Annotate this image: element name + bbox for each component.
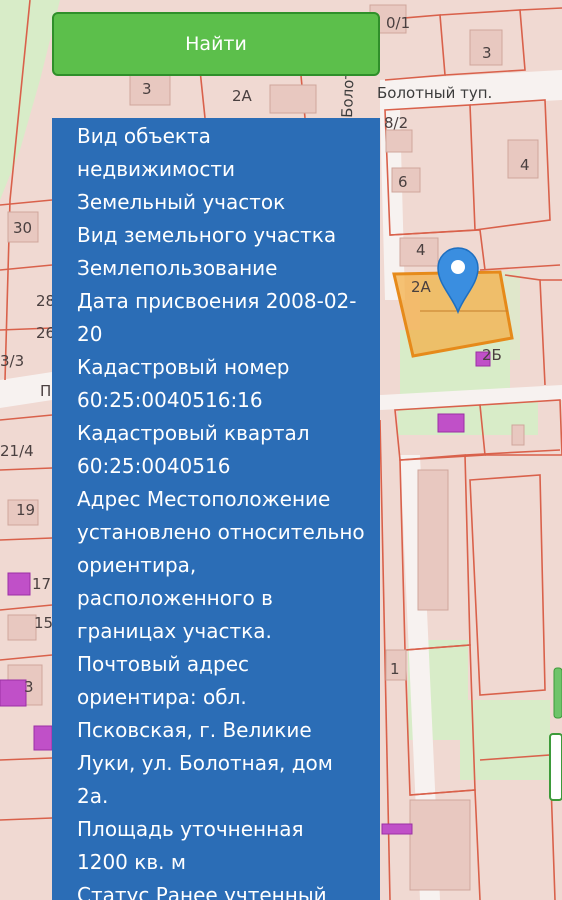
info-area: Площадь уточненная 1200 кв. м xyxy=(77,813,366,879)
info-label: Вид объекта недвижимости xyxy=(77,124,235,181)
info-value: Землепользование xyxy=(77,256,278,280)
info-label: Кадастровый квартал xyxy=(77,421,310,445)
info-object-kind: Вид объекта недвижимости Земельный участ… xyxy=(77,120,366,219)
street-label: Болотный туп. xyxy=(377,84,492,102)
house-label: 3 xyxy=(24,678,34,696)
house-label: П xyxy=(40,382,51,400)
house-label: 2Б xyxy=(482,346,502,364)
info-cadastral-block: Кадастровый квартал 60:25:0040516 xyxy=(77,417,366,483)
house-label: 1 xyxy=(390,660,400,678)
info-label: Площадь уточненная xyxy=(77,817,304,841)
info-label: Вид земельного участка xyxy=(77,223,337,247)
house-label: 4 xyxy=(416,241,426,259)
object-info-panel: Вид объекта недвижимости Земельный участ… xyxy=(52,118,380,900)
info-address: Адрес Местоположение установлено относит… xyxy=(77,483,366,813)
house-label: 2А xyxy=(411,278,432,296)
info-value: 60:25:0040516:16 xyxy=(77,388,263,412)
info-status: Статус Ранее учтенный xyxy=(77,879,366,900)
house-label: 21/4 xyxy=(0,442,34,460)
info-label: Статус xyxy=(77,883,150,900)
house-label: 17 xyxy=(32,575,51,593)
info-value: Ранее учтенный xyxy=(155,883,327,900)
info-value: 1200 кв. м xyxy=(77,850,186,874)
house-label: 15 xyxy=(34,614,53,632)
vertical-street-label: Болот xyxy=(338,70,358,118)
info-assigned-date: Дата присвоения 2008-02-20 xyxy=(77,285,366,351)
house-label: 6 xyxy=(398,173,408,191)
info-cadastral-number: Кадастровый номер 60:25:0040516:16 xyxy=(77,351,366,417)
house-label: 3 xyxy=(482,44,492,62)
find-button[interactable]: Найти xyxy=(52,12,380,76)
info-value: 60:25:0040516 xyxy=(77,454,231,478)
info-value: Местоположение установлено относительно … xyxy=(77,487,365,808)
house-label: 8/2 xyxy=(384,114,408,132)
info-parcel-kind: Вид земельного участка Землепользование xyxy=(77,219,366,285)
find-button-label: Найти xyxy=(185,33,247,55)
house-label: 3 xyxy=(142,80,152,98)
house-label: 4 xyxy=(520,156,530,174)
house-label: 2А xyxy=(232,87,253,105)
info-label: Адрес xyxy=(77,487,141,511)
house-label: 0/1 xyxy=(386,14,410,32)
info-label: Кадастровый номер xyxy=(77,355,290,379)
info-label: Дата присвоения xyxy=(77,289,260,313)
house-label: 30 xyxy=(13,219,32,237)
house-label: 19 xyxy=(16,501,35,519)
house-label: 3/3 xyxy=(0,352,24,370)
info-value: Земельный участок xyxy=(77,190,286,214)
